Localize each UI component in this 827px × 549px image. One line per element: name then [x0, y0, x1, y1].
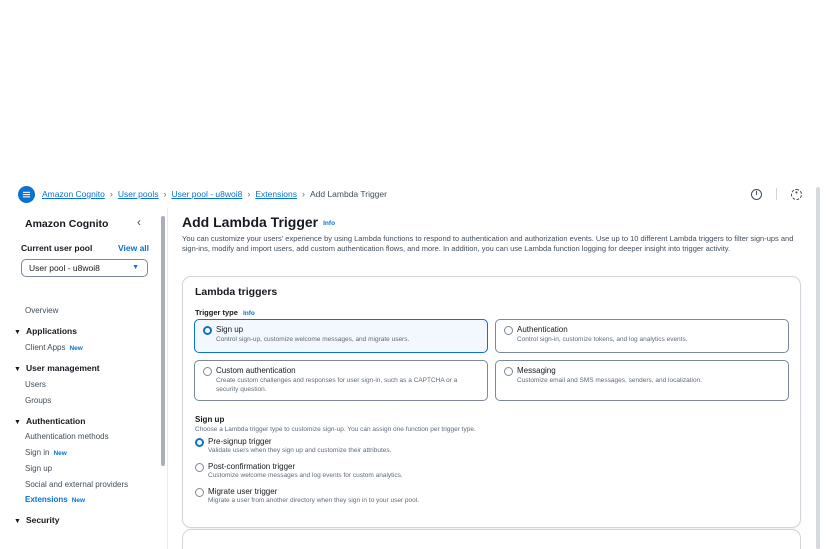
option-label: Migrate user trigger	[208, 487, 278, 496]
sign-up-section-title: Sign up	[195, 415, 225, 424]
caret-down-icon: ▼	[14, 419, 21, 426]
option-description: Migrate a user from another directory wh…	[208, 497, 419, 504]
radio-authentication[interactable]	[504, 326, 513, 335]
tile-description: Create custom challenges and responses f…	[216, 377, 458, 393]
chevron-left-icon[interactable]: ‹	[137, 215, 141, 229]
new-badge: New	[53, 450, 67, 457]
main-scrollbar[interactable]	[816, 187, 820, 549]
panel-title: Lambda triggers	[195, 286, 278, 298]
sidebar-section-user-management[interactable]: ▼ User management	[14, 363, 100, 373]
section-label: Authentication	[25, 416, 86, 426]
trigger-type-text: Trigger type	[195, 308, 238, 317]
tile-title: Messaging	[517, 366, 556, 375]
trigger-type-label: Trigger type Info	[195, 308, 255, 317]
info-icon[interactable]: i	[751, 188, 762, 200]
section-label: User management	[25, 363, 100, 373]
settings-icon[interactable]: •	[791, 188, 802, 200]
radio-custom-authentication[interactable]	[203, 367, 212, 376]
page-title-text: Add Lambda Trigger	[182, 214, 319, 230]
sidebar-item-sign-up[interactable]: Sign up	[25, 464, 52, 473]
tile-authentication[interactable]: Authentication Control sign-in, customiz…	[495, 319, 789, 353]
sidebar-item-sign-in[interactable]: Sign in New	[25, 448, 67, 457]
sidebar-item-social[interactable]: Social and external providers	[25, 480, 128, 489]
caret-down-icon: ▼	[132, 264, 139, 271]
lambda-triggers-panel: Lambda triggers Trigger type Info Sign up…	[182, 276, 801, 528]
breadcrumb: Amazon Cognito › User pools › User pool …	[42, 189, 387, 199]
breadcrumb-user-pools[interactable]: User pools	[118, 189, 159, 199]
breadcrumb-current: Add Lambda Trigger	[309, 189, 387, 199]
chevron-right-icon: ›	[301, 189, 305, 199]
option-label: Pre-signup trigger	[208, 437, 272, 446]
page-title: Add Lambda Trigger Info	[182, 214, 335, 230]
info-link[interactable]: Info	[323, 220, 335, 227]
caret-down-icon: ▼	[14, 329, 21, 336]
chevron-right-icon: ›	[109, 189, 113, 199]
trigger-type-info-link[interactable]: Info	[243, 310, 255, 317]
tile-description: Customize email and SMS messages, sender…	[517, 377, 702, 384]
sidebar-item-auth-methods[interactable]: Authentication methods	[25, 432, 109, 441]
tile-description: Control sign-up, customize welcome messa…	[216, 336, 410, 343]
menu-icon[interactable]	[18, 186, 35, 203]
caret-down-icon: ▼	[14, 366, 21, 373]
view-all-link[interactable]: View all	[118, 243, 149, 253]
breadcrumb-cognito[interactable]: Amazon Cognito	[42, 189, 105, 199]
tile-sign-up[interactable]: Sign up Control sign-up, customize welco…	[194, 319, 488, 353]
sign-up-section-description: Choose a Lambda trigger type to customiz…	[195, 426, 476, 433]
top-bar: Amazon Cognito › User pools › User pool …	[0, 183, 820, 205]
sidebar-scrollbar[interactable]	[161, 216, 165, 466]
radio-messaging[interactable]	[504, 367, 513, 376]
tile-description: Control sign-in, customize tokens, and l…	[517, 336, 688, 343]
tile-title: Sign up	[216, 325, 244, 334]
sidebar-section-applications[interactable]: ▼ Applications	[14, 326, 77, 336]
tile-custom-authentication[interactable]: Custom authentication Create custom chal…	[194, 360, 488, 401]
radio-sign-up[interactable]	[203, 326, 212, 335]
radio-pre-signup[interactable]	[195, 438, 204, 447]
sidebar-section-authentication[interactable]: ▼ Authentication	[14, 416, 85, 426]
sidebar-section-security[interactable]: ▼ Security	[14, 515, 59, 525]
breadcrumb-user-pool[interactable]: User pool - u8woi8	[171, 189, 242, 199]
section-label: Applications	[25, 326, 77, 336]
new-badge: New	[69, 345, 83, 352]
page-description: You can customize your users' experience…	[182, 234, 794, 253]
tile-messaging[interactable]: Messaging Customize email and SMS messag…	[495, 360, 789, 401]
breadcrumb-extensions[interactable]: Extensions	[255, 189, 297, 199]
option-description: Customize welcome messages and log event…	[208, 472, 403, 479]
option-description: Validate users when they sign up and cus…	[208, 447, 392, 454]
sidebar-item-overview[interactable]: Overview	[25, 306, 58, 315]
sidebar-item-client-apps[interactable]: Client Apps New	[25, 343, 83, 352]
tile-title: Custom authentication	[216, 366, 296, 375]
next-panel	[182, 529, 801, 549]
sidebar-item-users[interactable]: Users	[25, 380, 46, 389]
divider	[776, 188, 777, 200]
sidebar-title: Amazon Cognito	[25, 218, 109, 230]
sidebar-item-groups[interactable]: Groups	[25, 396, 51, 405]
chevron-right-icon: ›	[163, 189, 167, 199]
item-label: Extensions	[25, 495, 68, 504]
radio-post-confirmation[interactable]	[195, 463, 204, 472]
option-label: Post-confirmation trigger	[208, 462, 296, 471]
section-label: Security	[25, 515, 60, 525]
sidebar-item-extensions[interactable]: Extensions New	[25, 495, 85, 504]
current-pool-label: Current user pool	[21, 243, 93, 253]
user-pool-select[interactable]: User pool - u8woi8 ▼	[21, 259, 148, 277]
user-pool-select-value: User pool - u8woi8	[29, 263, 100, 273]
sidebar: Amazon Cognito ‹ Current user pool View …	[0, 208, 168, 549]
chevron-right-icon: ›	[247, 189, 251, 199]
new-badge: New	[71, 497, 86, 504]
caret-down-icon: ▼	[14, 518, 21, 525]
tile-title: Authentication	[517, 325, 568, 334]
item-label: Sign in	[25, 448, 50, 457]
radio-migrate-user[interactable]	[195, 488, 204, 497]
item-label: Client Apps	[25, 343, 66, 352]
